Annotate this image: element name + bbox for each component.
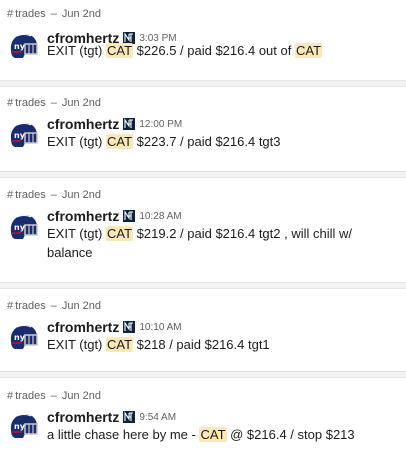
message-text: EXIT (tgt) CAT $219.2 / paid $216.4 tgt2… [47,224,397,262]
text-segment: EXIT (tgt) [47,134,106,149]
search-highlight: CAT [294,43,323,58]
message-card: # trades – Jun 2nd ny cfromhertz 10:10 AM E… [0,289,406,371]
yankees-logo-icon [123,118,136,130]
card-separator [0,171,406,178]
message-text: EXIT (tgt) CAT $226.5 / paid $216.4 out … [47,41,397,60]
channel-link[interactable]: trades [15,8,46,20]
message-text: EXIT (tgt) CAT $223.7 / paid $216.4 tgt3 [47,132,397,151]
username[interactable]: cfromhertz [47,409,119,425]
meta-dash: – [50,8,57,20]
giants-helmet-icon[interactable]: ny [7,119,39,151]
message-meta: # trades – Jun 2nd [7,390,101,402]
message-meta: # trades – Jun 2nd [7,97,101,109]
search-highlight: CAT [199,427,227,442]
message-feed: # trades – Jun 2nd ny cfromhertz 3:03 PM EX… [0,0,406,460]
channel-link[interactable]: trades [15,97,46,109]
message-card: # trades – Jun 2nd ny cfromhertz 12:00 PM E… [0,87,406,171]
meta-dash: – [50,97,57,109]
giants-helmet-icon[interactable]: ny [7,410,39,442]
hash-icon: # [7,189,14,201]
message-card: # trades – Jun 2nd ny cfromhertz 10:28 AM E… [0,178,406,282]
message-header: cfromhertz 10:10 AM [47,319,182,335]
card-separator [0,371,406,378]
message-time[interactable]: 10:28 AM [139,211,181,222]
yankees-logo-icon [123,210,136,222]
yankees-logo-icon [123,411,136,423]
search-highlight: CAT [106,43,134,58]
meta-dash: – [50,300,57,312]
channel-link[interactable]: trades [15,189,46,201]
message-meta: # trades – Jun 2nd [7,189,101,201]
message-text: EXIT (tgt) CAT $218 / paid $216.4 tgt1 [47,335,397,354]
hash-icon: # [7,390,14,402]
svg-text:ny: ny [14,223,26,232]
message-time[interactable]: 9:54 AM [139,412,176,423]
text-segment: EXIT (tgt) [47,337,106,352]
meta-dash: – [50,189,57,201]
channel-link[interactable]: trades [15,390,46,402]
message-header: cfromhertz 10:28 AM [47,208,182,224]
svg-text:ny: ny [14,333,26,342]
card-separator [0,80,406,87]
text-segment: $218 / paid $216.4 tgt1 [133,337,270,352]
text-segment: @ $216.4 / stop $213 [226,427,355,442]
svg-text:ny: ny [14,131,26,140]
channel-link[interactable]: trades [15,300,46,312]
text-segment: $226.5 / paid $216.4 out of [133,43,295,58]
username[interactable]: cfromhertz [47,208,119,224]
text-segment: EXIT (tgt) [47,43,106,58]
card-separator [0,282,406,289]
message-date[interactable]: Jun 2nd [62,390,101,402]
message-meta: # trades – Jun 2nd [7,300,101,312]
message-time[interactable]: 10:10 AM [139,322,181,333]
message-date[interactable]: Jun 2nd [62,97,101,109]
giants-helmet-icon[interactable]: ny [7,211,39,243]
giants-helmet-icon[interactable]: ny [7,30,39,62]
text-segment: $223.7 / paid $216.4 tgt3 [133,134,281,149]
text-segment: EXIT (tgt) [47,226,106,241]
hash-icon: # [7,8,14,20]
message-header: cfromhertz 9:54 AM [47,409,176,425]
svg-text:ny: ny [14,42,26,51]
message-date[interactable]: Jun 2nd [62,189,101,201]
hash-icon: # [7,97,14,109]
message-date[interactable]: Jun 2nd [62,300,101,312]
text-segment: a little chase here by me - [47,427,200,442]
search-highlight: CAT [106,134,134,149]
username[interactable]: cfromhertz [47,116,119,132]
search-highlight: CAT [106,226,134,241]
message-time[interactable]: 12:00 PM [139,119,182,130]
hash-icon: # [7,300,14,312]
svg-text:ny: ny [14,422,26,431]
giants-helmet-icon[interactable]: ny [7,321,39,353]
search-highlight: CAT [106,337,134,352]
message-date[interactable]: Jun 2nd [62,8,101,20]
message-card: # trades – Jun 2nd ny cfromhertz 3:03 PM EX… [0,0,406,80]
message-text: a little chase here by me - CAT @ $216.4… [47,425,397,444]
message-header: cfromhertz 12:00 PM [47,116,182,132]
meta-dash: – [50,390,57,402]
yankees-logo-icon [123,321,136,333]
message-meta: # trades – Jun 2nd [7,8,101,20]
message-card: # trades – Jun 2nd ny cfromhertz 9:54 AM a … [0,378,406,460]
username[interactable]: cfromhertz [47,319,119,335]
